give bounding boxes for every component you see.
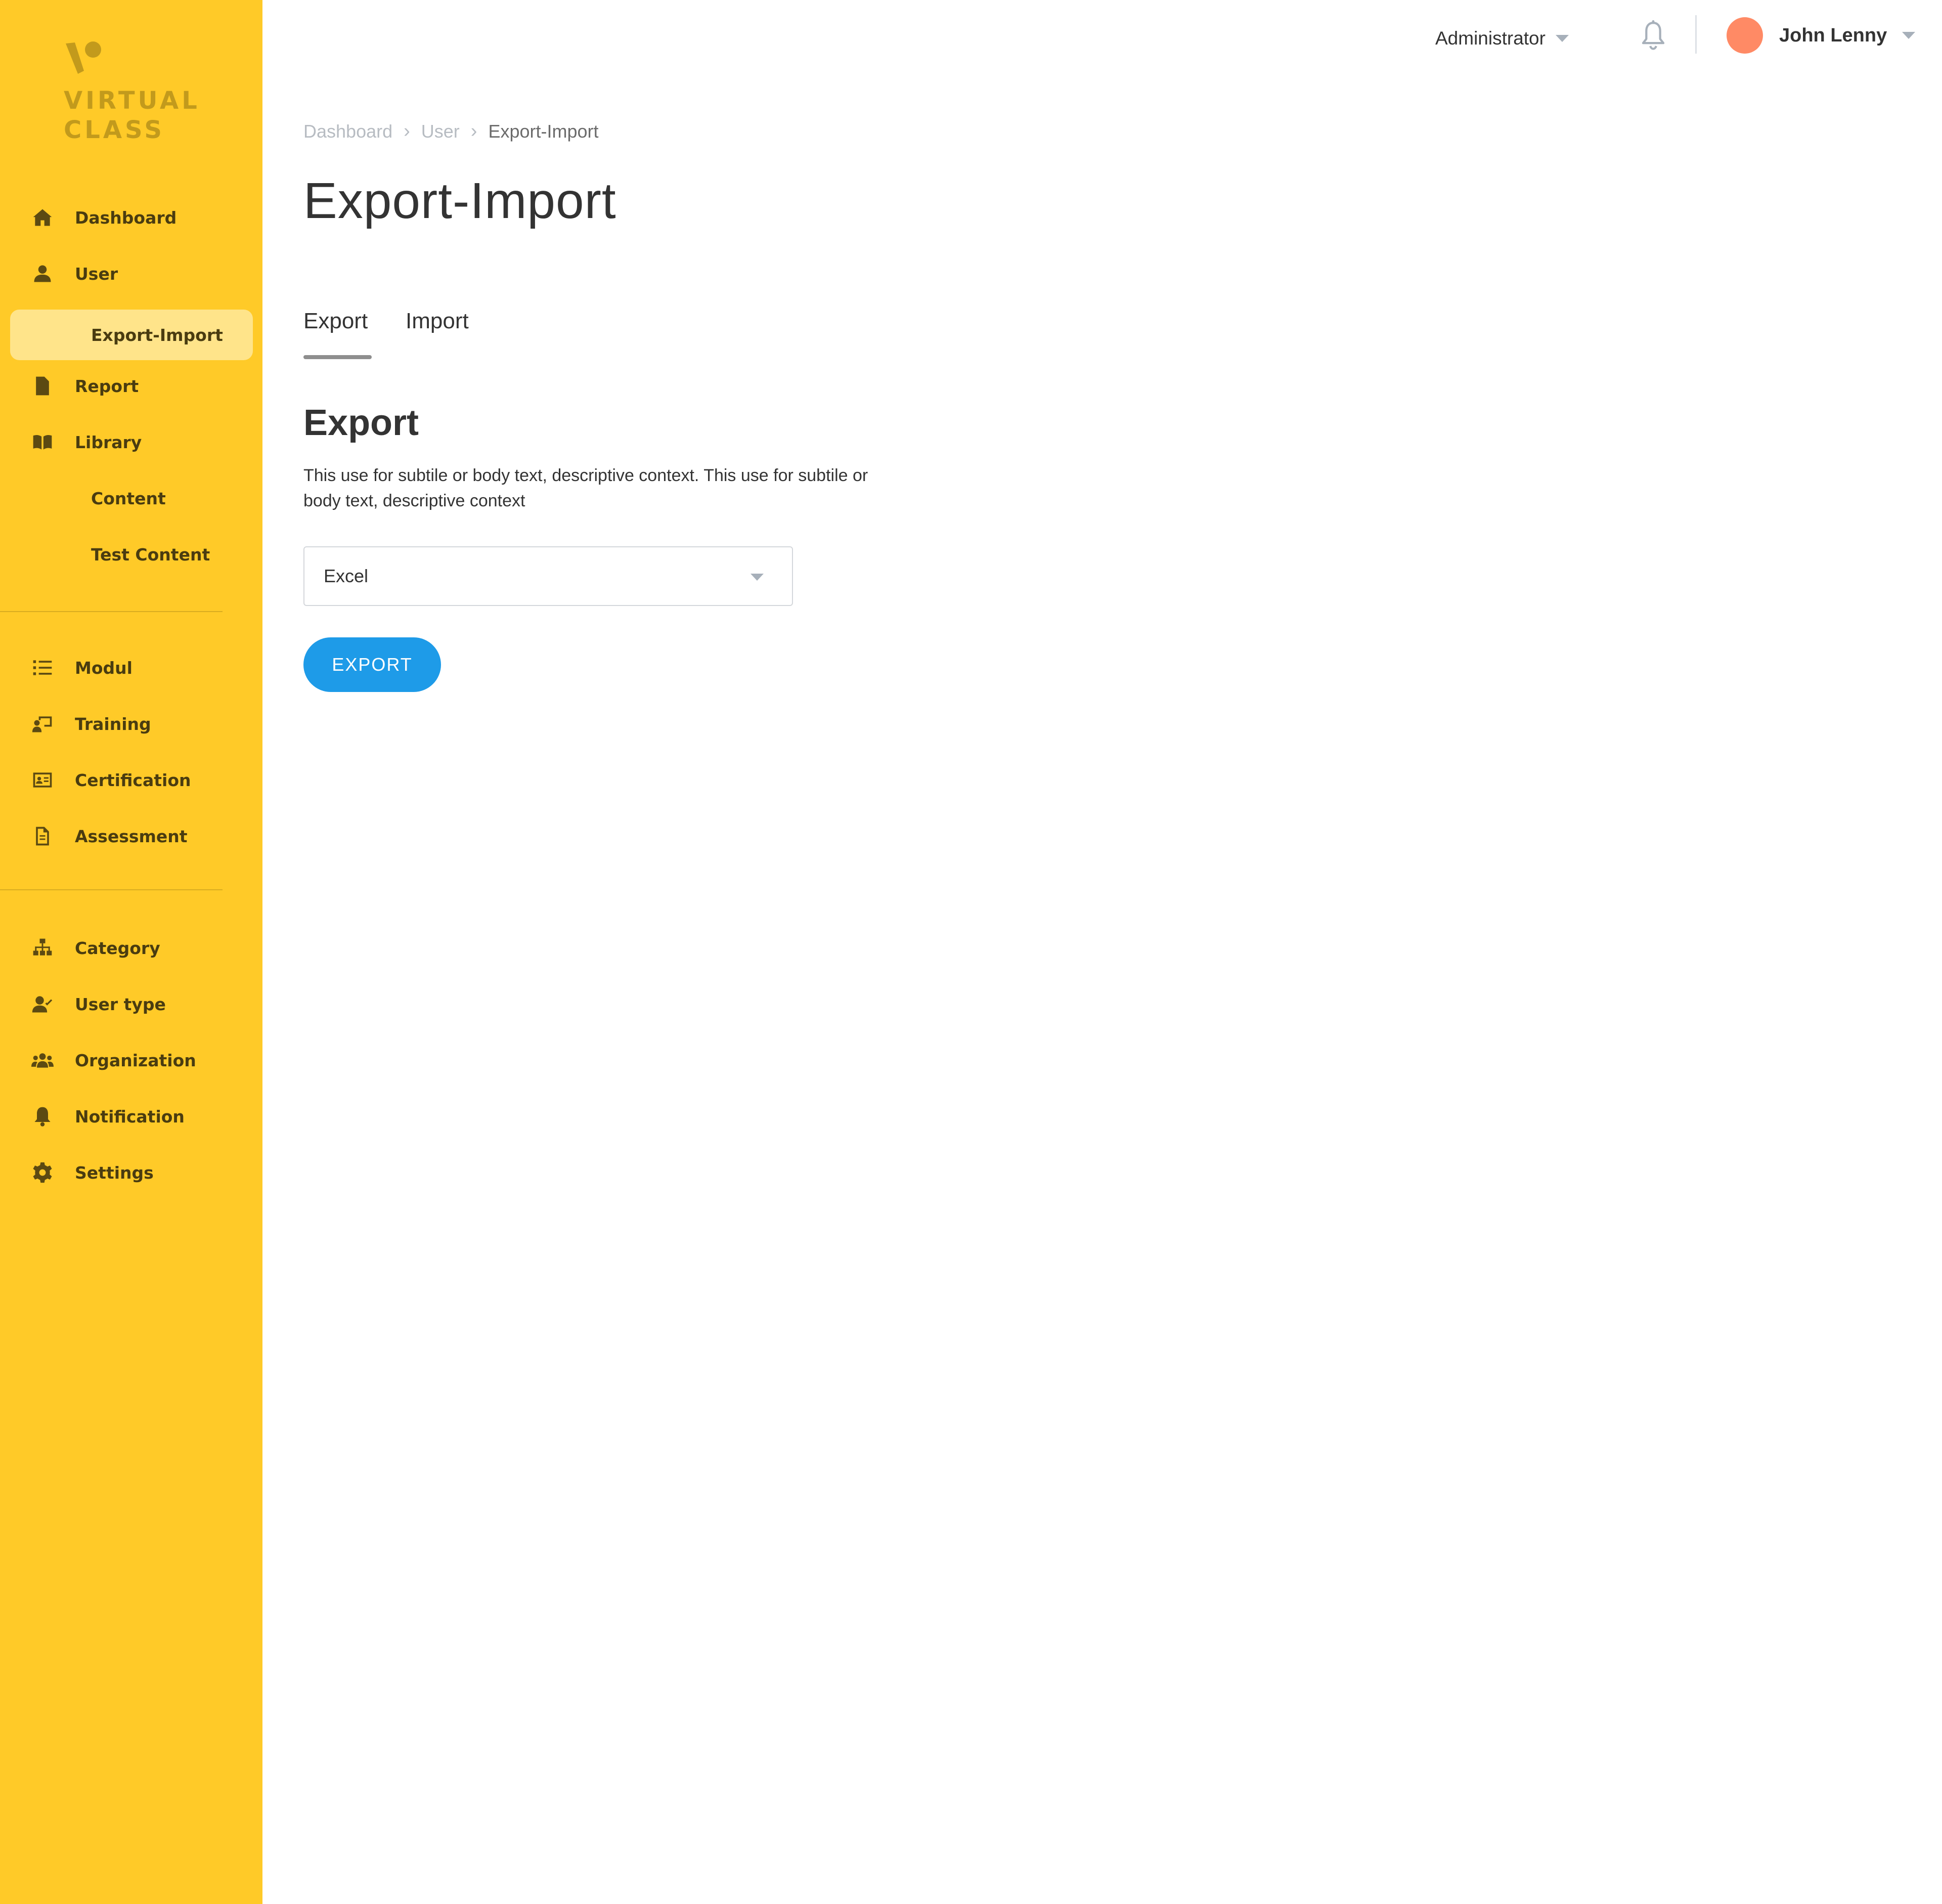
chevron-down-icon <box>1902 32 1916 39</box>
sidebar-item-assessment[interactable]: Assessment <box>0 811 262 861</box>
breadcrumb-dashboard[interactable]: Dashboard <box>303 121 392 142</box>
sidebar-item-library[interactable]: Library <box>0 417 262 467</box>
chevron-right-icon: › <box>470 120 477 142</box>
avatar <box>1727 17 1763 54</box>
user-name: John Lenny <box>1779 24 1887 46</box>
sidebar-item-organization[interactable]: Organization <box>0 1035 262 1086</box>
category-icon <box>29 935 56 961</box>
sidebar-item-label: Settings <box>75 1162 154 1183</box>
sidebar-item-label: User type <box>75 994 166 1014</box>
sidebar-item-report[interactable]: Report <box>0 361 262 411</box>
export-button[interactable]: EXPORT <box>303 637 441 692</box>
sidebar-item-label: Export-Import <box>91 325 223 345</box>
sidebar-item-label: Library <box>75 432 142 452</box>
chevron-down-icon <box>1555 35 1569 42</box>
virtual-class-logo[interactable]: VIRTUAL CLASS <box>64 39 210 151</box>
sidebar-item-label: Modul <box>75 658 133 678</box>
gear-icon <box>29 1159 56 1186</box>
logo-text-line1: VIRTUAL <box>64 86 200 115</box>
sidebar-item-label: Dashboard <box>75 207 177 228</box>
list-icon <box>29 655 56 681</box>
section-description: This use for subtile or body text, descr… <box>303 466 868 510</box>
sidebar-item-label: Category <box>75 938 160 958</box>
chevron-down-icon <box>751 574 764 581</box>
sidebar-item-label: Notification <box>75 1106 185 1127</box>
sidebar-item-label: Assessment <box>75 826 188 846</box>
section-title: Export <box>303 403 419 443</box>
user-check-icon <box>29 991 56 1017</box>
report-icon <box>29 373 56 399</box>
bell-icon <box>29 1103 56 1130</box>
format-select-value: Excel <box>324 566 369 586</box>
sidebar-item-content[interactable]: Content <box>0 473 262 524</box>
sidebar-item-user-type[interactable]: User type <box>0 979 262 1029</box>
chevron-right-icon: › <box>404 120 410 142</box>
sidebar-item-category[interactable]: Category <box>0 923 262 973</box>
sidebar-item-certification[interactable]: Certification <box>0 755 262 805</box>
tab-label: Import <box>406 309 469 333</box>
role-selector[interactable]: Administrator <box>1435 24 1569 53</box>
logo-text: VIRTUAL CLASS <box>64 86 200 145</box>
sidebar-item-label: Content <box>91 488 166 508</box>
sidebar-item-test-content[interactable]: Test Content <box>0 529 262 580</box>
topbar-divider <box>1695 15 1697 54</box>
sidebar-item-export-import[interactable]: Export-Import <box>10 310 253 360</box>
role-label: Administrator <box>1435 28 1546 49</box>
tab-label: Export <box>303 309 368 333</box>
sidebar-item-training[interactable]: Training <box>0 699 262 749</box>
sidebar-item-settings[interactable]: Settings <box>0 1147 262 1198</box>
logo-mark-icon <box>66 41 101 74</box>
sidebar-item-label: Certification <box>75 770 191 790</box>
home-icon <box>29 204 56 231</box>
tab-import[interactable]: Import <box>406 309 469 359</box>
user-menu[interactable]: John Lenny <box>1727 17 1916 54</box>
assessment-icon <box>29 823 56 849</box>
page-title: Export-Import <box>303 172 616 229</box>
organization-icon <box>29 1047 56 1073</box>
sidebar-item-label: Report <box>75 376 139 396</box>
sidebar: VIRTUAL CLASS Dashboard User Export-Impo… <box>0 0 262 1904</box>
breadcrumb-user[interactable]: User <box>421 121 460 142</box>
sidebar-item-notification[interactable]: Notification <box>0 1091 262 1142</box>
sidebar-item-user[interactable]: User <box>0 248 262 299</box>
logo-text-line2: CLASS <box>64 116 165 144</box>
sidebar-divider <box>0 889 223 890</box>
sidebar-divider <box>0 611 223 612</box>
book-icon <box>29 429 56 455</box>
sidebar-item-label: Test Content <box>91 544 210 565</box>
training-icon <box>29 711 56 737</box>
sidebar-item-label: Training <box>75 714 151 734</box>
sidebar-item-label: User <box>75 264 118 284</box>
certificate-icon <box>29 767 56 793</box>
user-icon <box>29 261 56 287</box>
sidebar-item-dashboard[interactable]: Dashboard <box>0 192 262 243</box>
breadcrumb-current: Export-Import <box>488 120 599 142</box>
sidebar-item-label: Organization <box>75 1050 196 1070</box>
breadcrumb: Dashboard › User › Export-Import <box>303 120 599 142</box>
tab-export[interactable]: Export <box>303 309 372 359</box>
notification-bell-icon[interactable] <box>1639 19 1668 53</box>
sidebar-item-modul[interactable]: Modul <box>0 642 262 693</box>
format-select[interactable]: Excel <box>303 546 793 606</box>
